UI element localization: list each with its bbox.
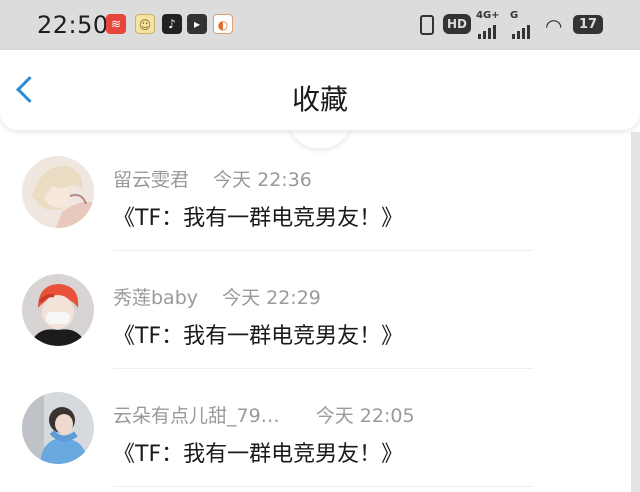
date-label: 今天	[222, 287, 261, 309]
time-label: 22:36	[257, 169, 312, 191]
scrollbar[interactable]	[631, 132, 640, 492]
collected-title[interactable]: 《TF：我有一群电竞男友！》	[113, 436, 403, 468]
date-label: 今天	[315, 405, 354, 427]
signal-icon	[478, 20, 498, 39]
username[interactable]: 云朵有点儿甜_79…	[113, 405, 280, 427]
avatar[interactable]	[22, 392, 94, 464]
hd-icon: HD	[443, 14, 472, 34]
wifi-icon: ◠	[545, 14, 563, 38]
list-item[interactable]: 秀莲baby 今天 22:29 《TF：我有一群电竞男友！》	[0, 250, 630, 369]
page-title: 收藏	[291, 83, 348, 116]
app-notification-icon: ▸	[187, 14, 207, 34]
avatar[interactable]	[22, 274, 94, 346]
tiktok-icon: ♪	[162, 14, 182, 34]
clock: 22:50	[37, 11, 109, 39]
item-meta: 云朵有点儿甜_79… 今天 22:05	[113, 401, 415, 428]
app-notification-icon: ☺	[135, 14, 155, 34]
divider	[113, 486, 533, 487]
item-meta: 留云雯君 今天 22:36	[113, 165, 312, 192]
list-item[interactable]: 云朵有点儿甜_79… 今天 22:05 《TF：我有一群电竞男友！》	[0, 368, 630, 487]
avatar[interactable]	[22, 156, 94, 228]
collected-title[interactable]: 《TF：我有一群电竞男友！》	[113, 200, 403, 232]
time-label: 22:05	[359, 405, 415, 427]
header-bar: 收藏	[0, 50, 640, 130]
collected-title[interactable]: 《TF：我有一群电竞男友！》	[113, 318, 403, 350]
battery-icon: 17	[573, 15, 603, 34]
status-bar: 22:50 ≋ ☺ ♪ ▸ ◐ HD 4G+ G ◠ 17	[0, 0, 640, 50]
time-label: 22:29	[266, 287, 321, 309]
username[interactable]: 秀莲baby	[113, 287, 198, 309]
vibrate-icon	[420, 15, 434, 35]
signal-icon-2	[512, 20, 532, 39]
app-notification-icon: ◐	[213, 14, 233, 34]
item-meta: 秀莲baby 今天 22:29	[113, 283, 321, 310]
date-label: 今天	[213, 169, 252, 191]
username[interactable]: 留云雯君	[113, 169, 189, 191]
list-item[interactable]: 留云雯君 今天 22:36 《TF：我有一群电竞男友！》	[0, 132, 630, 251]
app-notification-icon: ≋	[106, 14, 126, 34]
